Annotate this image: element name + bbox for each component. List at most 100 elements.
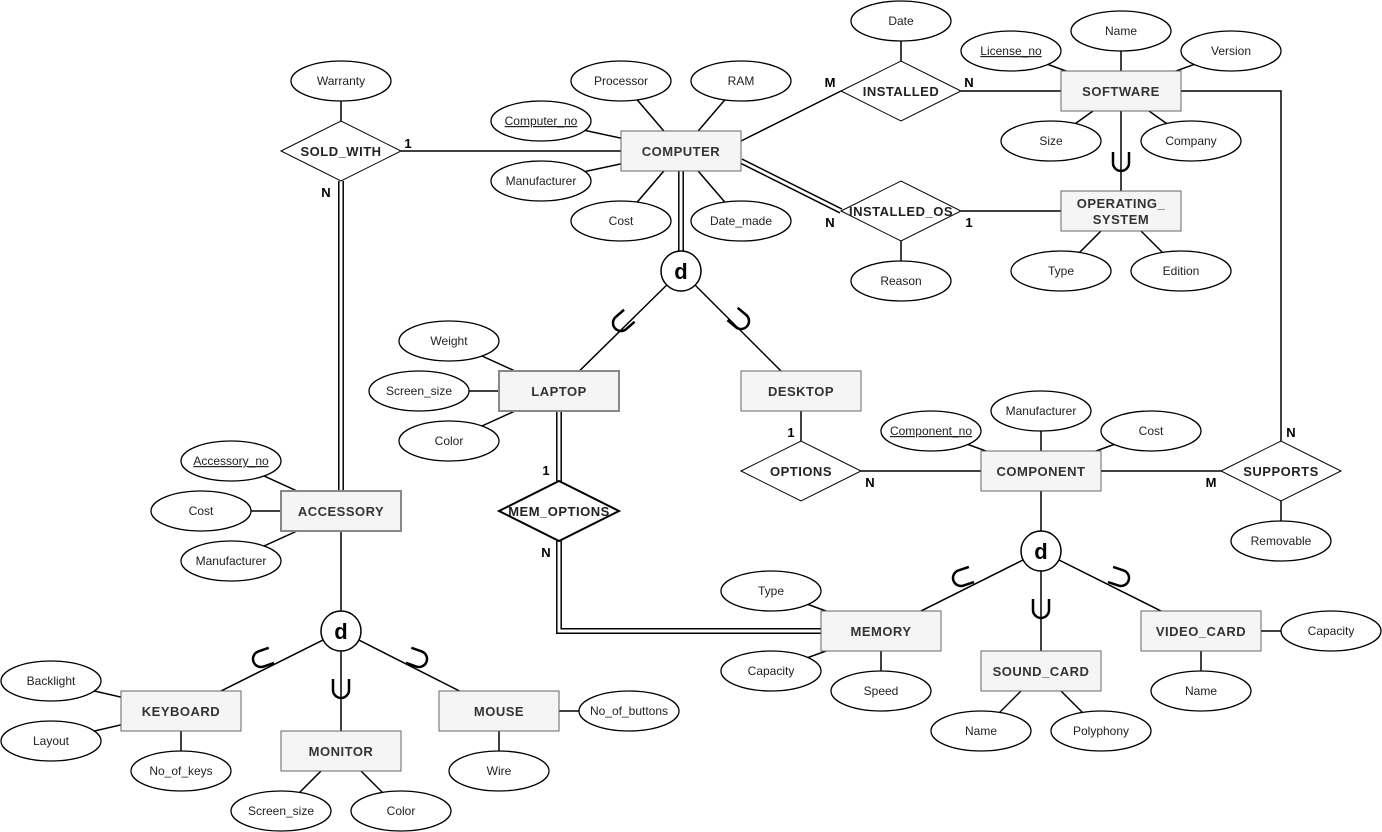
- key-attribute-label: Component_no: [890, 424, 972, 438]
- attribute-cost[interactable]: Cost: [570, 200, 672, 242]
- entity-operating-system[interactable]: OPERATING_ SYSTEM: [1060, 190, 1182, 232]
- er-diagram: Warranty Processor RAM Computer_no Manufactu…: [0, 0, 1382, 832]
- entity-software[interactable]: SOFTWARE: [1060, 70, 1182, 112]
- attribute-color[interactable]: Color: [398, 420, 500, 462]
- attribute-processor[interactable]: Processor: [570, 60, 672, 102]
- entity-computer[interactable]: COMPUTER: [620, 130, 742, 172]
- attribute-name[interactable]: Name: [930, 710, 1032, 752]
- attribute-label: Polyphony: [1073, 724, 1129, 738]
- attribute-ram[interactable]: RAM: [690, 60, 792, 102]
- relationship-label: OPTIONS: [770, 464, 832, 479]
- attribute-capacity[interactable]: Capacity: [1280, 610, 1382, 652]
- cardinality-label: N: [964, 75, 973, 90]
- cardinality-label: M: [1206, 475, 1217, 490]
- attribute-speed[interactable]: Speed: [830, 670, 932, 712]
- diagram-shapes: Warranty Processor RAM Computer_no Manufactu…: [0, 0, 1382, 832]
- attribute-layout[interactable]: Layout: [0, 720, 102, 762]
- attribute-manufacturer[interactable]: Manufacturer: [990, 390, 1092, 432]
- attribute-label: No_of_buttons: [590, 704, 668, 718]
- relationship-mem-options[interactable]: MEM_OPTIONS: [496, 479, 622, 543]
- entity-accessory[interactable]: ACCESSORY: [280, 490, 402, 532]
- entity-desktop[interactable]: DESKTOP: [740, 370, 862, 412]
- entity-monitor[interactable]: MONITOR: [280, 730, 402, 772]
- attribute-type[interactable]: Type: [720, 570, 822, 612]
- attribute-wire[interactable]: Wire: [448, 750, 550, 792]
- entity-label: COMPUTER: [642, 144, 721, 159]
- cardinality-label: N: [321, 185, 330, 200]
- attribute-component-no[interactable]: Component_no: [880, 410, 982, 452]
- attribute-screen-size[interactable]: Screen_size: [230, 790, 332, 832]
- cardinality-label: N: [1286, 425, 1295, 440]
- attribute-removable[interactable]: Removable: [1230, 520, 1332, 562]
- attribute-backlight[interactable]: Backlight: [0, 660, 102, 702]
- entity-video-card[interactable]: VIDEO_CARD: [1140, 610, 1262, 652]
- relationship-options[interactable]: OPTIONS: [739, 440, 863, 502]
- attribute-company[interactable]: Company: [1140, 120, 1242, 162]
- relationship-installed[interactable]: INSTALLED: [839, 60, 963, 122]
- attribute-manufacturer[interactable]: Manufacturer: [490, 160, 592, 202]
- attribute-weight[interactable]: Weight: [398, 320, 500, 362]
- entity-label: DESKTOP: [768, 384, 834, 399]
- cardinality-label: 1: [404, 136, 411, 151]
- attribute-no-of-keys[interactable]: No_of_keys: [130, 750, 232, 792]
- key-attribute-label: Computer_no: [505, 114, 578, 128]
- entity-keyboard[interactable]: KEYBOARD: [120, 690, 242, 732]
- cardinality-label: N: [541, 545, 550, 560]
- attribute-label: Warranty: [317, 74, 365, 88]
- attribute-polyphony[interactable]: Polyphony: [1050, 710, 1152, 752]
- relationship-label: SOLD_WITH: [300, 144, 381, 159]
- attribute-label: Capacity: [1308, 624, 1355, 638]
- attribute-label: Date: [888, 14, 914, 28]
- entity-label: MEMORY: [850, 624, 911, 639]
- attribute-license-no[interactable]: License_no: [960, 30, 1062, 72]
- entity-component[interactable]: COMPONENT: [980, 450, 1102, 492]
- attribute-label: Name: [1185, 684, 1217, 698]
- attribute-name[interactable]: Name: [1070, 10, 1172, 52]
- attribute-edition[interactable]: Edition: [1130, 250, 1232, 292]
- attribute-accessory-no[interactable]: Accessory_no: [180, 440, 282, 482]
- attribute-computer-no[interactable]: Computer_no: [490, 100, 592, 142]
- relationship-sold-with[interactable]: SOLD_WITH: [279, 120, 403, 182]
- cardinality-label: 1: [965, 215, 972, 230]
- relationship-supports[interactable]: SUPPORTS: [1219, 440, 1343, 502]
- attribute-label: Type: [758, 584, 784, 598]
- entity-label: LAPTOP: [531, 384, 587, 399]
- attribute-warranty[interactable]: Warranty: [290, 60, 392, 102]
- entity-label: VIDEO_CARD: [1156, 624, 1246, 639]
- attribute-cost[interactable]: Cost: [1100, 410, 1202, 452]
- attribute-label: Manufacturer: [506, 174, 577, 188]
- attribute-label: Manufacturer: [196, 554, 267, 568]
- entity-sound-card[interactable]: SOUND_CARD: [980, 650, 1102, 692]
- attribute-name[interactable]: Name: [1150, 670, 1252, 712]
- attribute-cost[interactable]: Cost: [150, 490, 252, 532]
- cardinality-label: 1: [787, 425, 794, 440]
- relationship-installed-os[interactable]: INSTALLED_OS: [839, 180, 963, 242]
- attribute-date[interactable]: Date: [850, 0, 952, 42]
- entity-mouse[interactable]: MOUSE: [438, 690, 560, 732]
- attribute-label: Date_made: [710, 214, 772, 228]
- attribute-capacity[interactable]: Capacity: [720, 650, 822, 692]
- entity-memory[interactable]: MEMORY: [820, 610, 942, 652]
- attribute-label: Company: [1165, 134, 1216, 148]
- entity-laptop[interactable]: LAPTOP: [498, 370, 620, 412]
- attribute-no-of-buttons[interactable]: No_of_buttons: [578, 690, 680, 732]
- attribute-reason[interactable]: Reason: [850, 260, 952, 302]
- attribute-label: No_of_keys: [149, 764, 212, 778]
- attribute-size[interactable]: Size: [1000, 120, 1102, 162]
- attribute-screen-size[interactable]: Screen_size: [368, 370, 470, 412]
- attribute-label: Cost: [1139, 424, 1164, 438]
- attribute-date-made[interactable]: Date_made: [690, 200, 792, 242]
- attribute-color[interactable]: Color: [350, 790, 452, 832]
- attribute-label: Speed: [864, 684, 899, 698]
- attribute-label: Color: [435, 434, 464, 448]
- attribute-version[interactable]: Version: [1180, 30, 1282, 72]
- relationship-label: INSTALLED: [863, 84, 939, 99]
- attribute-label: Removable: [1251, 534, 1312, 548]
- attribute-label: Manufacturer: [1006, 404, 1077, 418]
- entity-label: ACCESSORY: [298, 504, 384, 519]
- attribute-type[interactable]: Type: [1010, 250, 1112, 292]
- entity-label: MONITOR: [309, 744, 374, 759]
- attribute-label: Wire: [487, 764, 512, 778]
- subset-icon: [1107, 565, 1131, 588]
- attribute-manufacturer[interactable]: Manufacturer: [180, 540, 282, 582]
